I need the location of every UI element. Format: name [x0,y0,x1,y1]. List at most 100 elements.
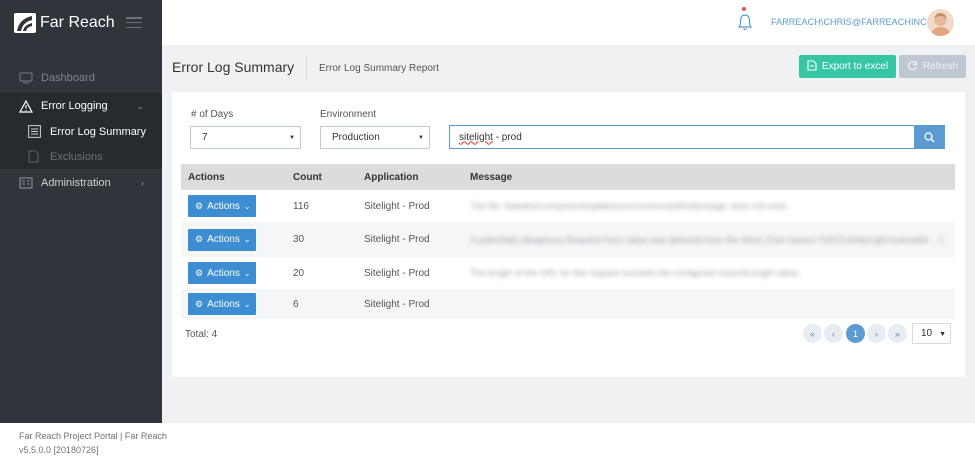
application-cell: Sitelight - Prod [364,200,430,212]
list-icon [28,125,42,139]
message-cell: A potentially dangerous Request.Form val… [470,234,947,245]
warning-icon [18,99,33,113]
column-header-actions[interactable]: Actions [188,164,225,190]
count-cell: 20 [293,267,305,279]
application-cell: Sitelight - Prod [364,298,430,310]
dashboard-icon [18,71,33,85]
column-header-count[interactable]: Count [293,164,322,190]
message-cell [470,289,950,319]
environment-label: Environment [320,109,377,120]
actions-label: Actions [207,200,240,212]
actions-button[interactable]: ⚙ Actions ⌄ [188,262,256,284]
sidebar-item-exclusions[interactable]: Exclusions [0,144,162,169]
footer: Far Reach Project Portal | Far Reach v5.… [0,423,975,461]
footer-version: v5.5.0.0 [20180726] [19,445,99,455]
sidebar-item-label: Error Log Summary [50,125,146,138]
sidebar-item-label: Error Logging [41,100,108,112]
caret-down-icon: ▼ [289,135,295,141]
message-cell: The file '/bawebs/components/gallery/un/… [470,201,789,211]
refresh-icon [907,60,918,74]
avatar[interactable] [927,9,954,36]
sidebar-subnav: Error Log Summary Exclusions [0,119,162,169]
gear-icon: ⚙ [195,234,204,244]
page-size-select[interactable]: 10 ▼ [912,323,951,344]
days-value: 7 [202,132,208,143]
chevron-down-icon: ⌄ [243,299,251,309]
table-row: ⚙ Actions ⌄ 6 Sitelight - Prod [181,289,955,319]
page-size-value: 10 [921,328,933,339]
count-cell: 30 [293,234,305,245]
search-value-rest: - prod [492,131,522,143]
actions-button[interactable]: ⚙ Actions ⌄ [188,293,256,315]
prev-page-button[interactable]: ‹ [824,324,843,343]
gear-icon: ⚙ [195,298,204,309]
error-log-card: # of Days 7 ▼ Environment Production ▼ s… [172,92,965,377]
actions-button[interactable]: ⚙ Actions ⌄ [188,195,256,217]
column-header-application[interactable]: Application [364,164,418,190]
search-value-word: sitelight [459,131,493,143]
column-header-message[interactable]: Message [470,164,950,190]
environment-value: Production [332,132,380,143]
chevron-right-icon: › [141,178,144,188]
table-row: ⚙ Actions ⌄ 30 Sitelight - Prod A potentia… [181,222,955,257]
sidebar-item-error-logging[interactable]: Error Logging ⌄ [0,93,162,119]
search-icon [924,131,935,142]
environment-select[interactable]: Production ▼ [320,126,430,149]
header-divider [306,57,307,79]
total-count: Total: 4 [185,329,218,340]
actions-cell: ⚙ Actions ⌄ [188,190,256,222]
chevron-down-icon: ⌄ [243,235,251,244]
far-reach-logo [14,12,36,33]
user-name[interactable]: FARREACH\CHRIS@FARREACHINC.COM [771,17,951,27]
caret-down-icon: ▼ [418,135,424,141]
table-header: Actions Count Application Message [181,164,955,190]
search-button[interactable] [914,125,945,149]
brand-name: Far Reach [40,13,115,31]
sidebar-item-label: Administration [41,177,111,189]
page-1-button[interactable]: 1 [846,324,865,343]
days-select[interactable]: 7 ▼ [190,126,301,149]
notification-badge [742,7,746,11]
sidebar-item-administration[interactable]: Administration › [0,170,162,196]
page-title: Error Log Summary [172,59,295,75]
sidebar-item-error-log-summary[interactable]: Error Log Summary [0,119,162,144]
page-subtitle: Error Log Summary Report [319,63,440,74]
chevron-down-icon: ⌄ [243,201,251,211]
actions-label: Actions [207,298,240,310]
count-cell: 6 [293,298,299,310]
first-page-button[interactable]: « [803,324,822,343]
actions-button[interactable]: ⚙ Actions ⌄ [188,228,256,251]
gear-icon: ⚙ [195,267,204,278]
sidebar-nav: Dashboard Error Logging ⌄ Error Log Summ… [0,65,162,196]
export-to-excel-button[interactable]: Export to excel [799,55,896,78]
actions-cell: ⚙ Actions ⌄ [188,222,256,257]
refresh-label: Refresh [922,61,958,72]
sidebar-item-label: Exclusions [50,150,103,163]
refresh-button[interactable]: Refresh [899,55,966,78]
sidebar: Far Reach Dashboard Error Logging ⌄ Erro… [0,0,162,423]
actions-cell: ⚙ Actions ⌄ [188,257,256,289]
menu-toggle-icon[interactable] [126,17,142,28]
actions-label: Actions [207,234,240,245]
footer-portal-name: Far Reach Project Portal | Far Reach [19,431,167,441]
next-page-button[interactable]: › [867,324,886,343]
application-cell: Sitelight - Prod [364,234,430,245]
sidebar-item-label: Dashboard [41,72,95,84]
export-label: Export to excel [821,61,889,72]
export-icon [807,59,817,74]
actions-label: Actions [207,267,240,279]
document-icon [28,150,42,164]
last-page-button[interactable]: » [888,324,907,343]
table-row: ⚙ Actions ⌄ 20 Sitelight - Prod The length… [181,257,955,289]
message-cell: The length of the URL for this request e… [470,268,801,278]
chevron-down-icon: ⌄ [243,268,251,278]
table-row: ⚙ Actions ⌄ 116 Sitelight - Prod The file … [181,190,955,222]
gear-icon: ⚙ [195,200,204,211]
sidebar-item-dashboard[interactable]: Dashboard [0,65,162,91]
bell-icon[interactable] [737,13,753,31]
chevron-down-icon: ⌄ [136,101,144,111]
admin-icon [18,176,33,190]
actions-cell: ⚙ Actions ⌄ [188,289,256,319]
caret-down-icon: ▼ [939,331,946,338]
search-input[interactable]: sitelight - prod [449,125,915,149]
